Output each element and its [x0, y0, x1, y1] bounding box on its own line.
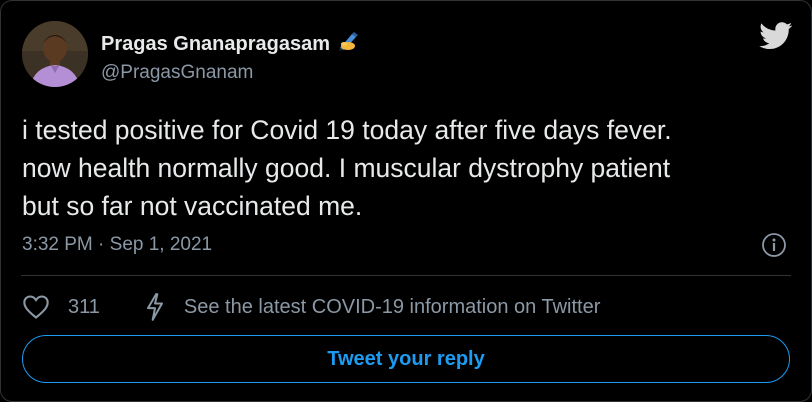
tweet-text-line: now health normally good. I muscular dys…	[22, 153, 671, 183]
action-bar: 311 See the latest COVID-19 information …	[22, 291, 600, 323]
tweet-text: i tested positive for Covid 19 today aft…	[22, 111, 792, 225]
avatar-photo	[22, 21, 88, 87]
tweet-card: Pragas Gnanapragasam @PragasGnanam i tes…	[0, 0, 812, 402]
twitter-bird-icon[interactable]	[759, 22, 793, 55]
covid-info-link[interactable]: See the latest COVID-19 information on T…	[184, 296, 601, 319]
author-handle[interactable]: @PragasGnanam	[101, 62, 253, 84]
lightning-icon	[144, 293, 166, 321]
tweet-timestamp[interactable]: 3:32 PM · Sep 1, 2021	[22, 234, 212, 256]
tweet-text-line: but so far not vaccinated me.	[22, 191, 363, 221]
author-display-name[interactable]: Pragas Gnanapragasam	[101, 30, 360, 58]
author-name-text: Pragas Gnanapragasam	[101, 33, 330, 55]
tweet-reply-button[interactable]: Tweet your reply	[22, 335, 790, 383]
tweet-text-line: i tested positive for Covid 19 today aft…	[22, 115, 672, 145]
like-count: 311	[68, 295, 100, 318]
heart-icon[interactable]	[22, 294, 50, 320]
writing-hand-icon	[336, 30, 360, 58]
info-icon[interactable]	[761, 232, 787, 263]
divider	[21, 275, 791, 276]
avatar[interactable]	[22, 21, 88, 87]
